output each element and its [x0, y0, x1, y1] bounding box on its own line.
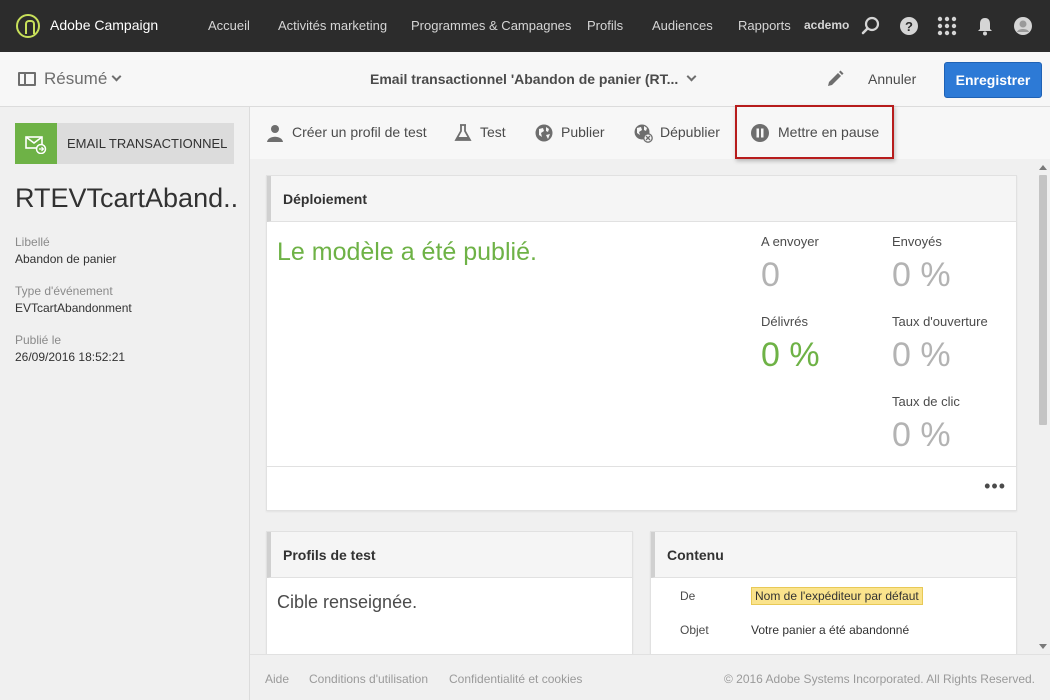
nav-item-rapports[interactable]: Rapports [738, 18, 791, 33]
prop-value-libelle: Abandon de panier [15, 252, 117, 266]
globe-unpublish-icon[interactable] [633, 123, 653, 143]
subject-value: Votre panier a été abandonné [751, 623, 910, 637]
delivered-value: 0 % [761, 336, 820, 374]
chevron-down-icon [111, 71, 122, 82]
prop-label-event-type: Type d'événement [15, 284, 113, 298]
adobe-campaign-logo-icon[interactable] [16, 14, 40, 38]
summary-panel-icon[interactable] [18, 72, 36, 86]
cancel-button[interactable]: Annuler [868, 71, 916, 87]
to-send-value: 0 [761, 256, 780, 294]
test-profile-icon[interactable] [265, 123, 285, 143]
deployment-card-header: Déploiement [267, 176, 1016, 222]
nav-item-programmes-campagnes[interactable]: Programmes & Campagnes [411, 18, 571, 33]
test-profiles-title: Profils de test [283, 547, 376, 563]
sent-label: Envoyés [892, 234, 942, 249]
prop-label-published-on: Publié le [15, 333, 62, 347]
test-profiles-card-header: Profils de test [267, 532, 632, 578]
svg-text:?: ? [905, 19, 913, 34]
footer-terms-link[interactable]: Conditions d'utilisation [309, 672, 428, 686]
test-button[interactable]: Test [480, 124, 506, 140]
test-profiles-card: Profils de test Cible renseignée. [266, 531, 633, 654]
summary-toggle[interactable]: Résumé [44, 69, 122, 89]
scroll-up-arrow-icon[interactable] [1039, 165, 1047, 170]
nav-item-activites-marketing[interactable]: Activités marketing [278, 18, 387, 33]
page-footer: Aide Conditions d'utilisation Confidenti… [250, 654, 1050, 700]
user-avatar-icon[interactable] [1013, 16, 1033, 36]
instance-name: acdemo [804, 18, 850, 32]
edit-pencil-icon[interactable] [826, 70, 844, 88]
email-type-icon [15, 123, 57, 164]
nav-item-audiences[interactable]: Audiences [652, 18, 713, 33]
subject-label: Objet [680, 623, 709, 637]
published-status-message: Le modèle a été publié. [277, 238, 537, 266]
delivered-label: Délivrés [761, 314, 808, 329]
type-label: EMAIL TRANSACTIONNEL [67, 136, 228, 151]
click-rate-label: Taux de clic [892, 394, 960, 409]
footer-copyright: © 2016 Adobe Systems Incorporated. All R… [723, 672, 1035, 686]
flask-test-icon[interactable] [453, 123, 473, 143]
to-send-label: A envoyer [761, 234, 819, 249]
nav-item-accueil[interactable]: Accueil [208, 18, 250, 33]
footer-privacy-link[interactable]: Confidentialité et cookies [449, 672, 582, 686]
deployment-card: Déploiement Le modèle a été publié. A en… [266, 175, 1017, 511]
test-profiles-message: Cible renseignée. [277, 592, 418, 612]
open-rate-value: 0 % [892, 336, 951, 374]
open-rate-label: Taux d'ouverture [892, 314, 988, 329]
prop-value-event-type: EVTcartAbandonment [15, 301, 132, 315]
summary-label: Résumé [44, 69, 108, 88]
prop-value-published-on: 26/09/2016 18:52:21 [15, 350, 126, 364]
top-navigation-bar: Adobe Campaign Accueil Activités marketi… [0, 0, 1050, 52]
scroll-down-arrow-icon[interactable] [1039, 644, 1047, 649]
content-card-header: Contenu [651, 532, 1016, 578]
unpublish-button[interactable]: Dépublier [660, 124, 720, 140]
sent-value: 0 % [892, 256, 951, 294]
create-test-profile-button[interactable]: Créer un profil de test [292, 124, 427, 140]
deployment-title: Déploiement [283, 191, 368, 207]
content-scrollbar[interactable] [1035, 160, 1050, 654]
main-content: Déploiement Le modèle a été publié. A en… [250, 159, 1050, 654]
globe-publish-icon[interactable] [534, 123, 554, 143]
action-toolbar: Créer un profil de test Test Publier Dép… [250, 107, 1050, 159]
apps-grid-icon[interactable] [937, 16, 957, 36]
help-icon[interactable]: ? [899, 16, 919, 36]
click-rate-value: 0 % [892, 416, 951, 454]
publish-button[interactable]: Publier [561, 124, 605, 140]
chevron-down-icon [686, 71, 697, 82]
save-button[interactable]: Enregistrer [944, 62, 1042, 98]
page-header: Résumé Email transactionnel 'Abandon de … [0, 52, 1050, 107]
prop-label-libelle: Libellé [15, 235, 50, 249]
from-label: De [680, 589, 696, 603]
card-divider [267, 466, 1016, 467]
type-badge: EMAIL TRANSACTIONNEL [15, 123, 234, 164]
scrollbar-thumb[interactable] [1039, 175, 1047, 425]
search-icon[interactable] [861, 16, 881, 36]
footer-help-link[interactable]: Aide [265, 672, 289, 686]
summary-panel: EMAIL TRANSACTIONNEL RTEVTcartAband... L… [0, 107, 250, 700]
more-options-icon[interactable]: ••• [984, 476, 1006, 497]
page-title[interactable]: Email transactionnel 'Abandon de panier … [370, 71, 697, 87]
content-title: Contenu [667, 547, 724, 563]
template-name: RTEVTcartAband... [15, 183, 240, 213]
content-card: Contenu De Nom de l'expéditeur par défau… [650, 531, 1017, 654]
page-title-text: Email transactionnel 'Abandon de panier … [370, 71, 679, 87]
brand-name[interactable]: Adobe Campaign [50, 17, 158, 33]
bell-icon[interactable] [975, 16, 995, 36]
pause-button-highlight [735, 105, 894, 159]
sender-name-tag[interactable]: Nom de l'expéditeur par défaut [751, 587, 923, 605]
nav-item-profils[interactable]: Profils [587, 18, 623, 33]
